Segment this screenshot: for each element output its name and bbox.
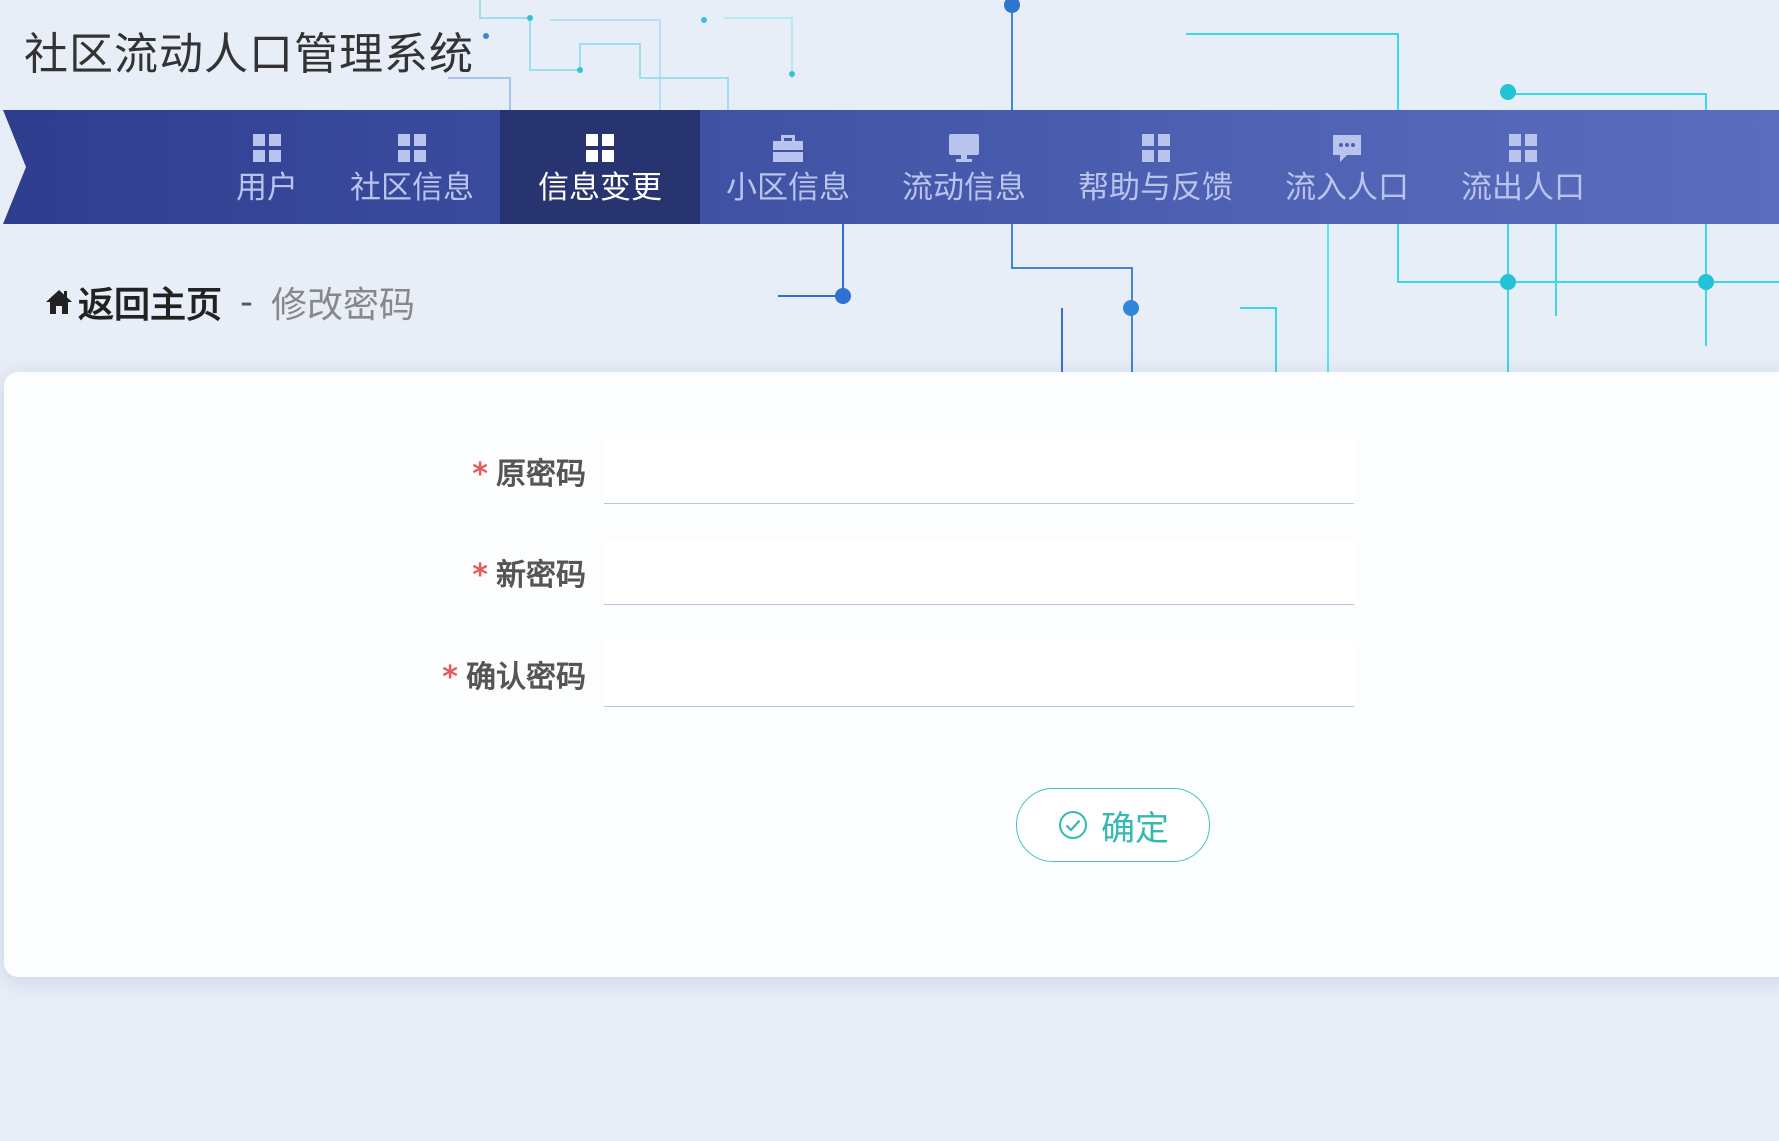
nav-item-flow-info[interactable]: 流动信息 bbox=[876, 110, 1052, 224]
nav-item-label: 社区信息 bbox=[350, 170, 474, 206]
check-circle-icon bbox=[1059, 811, 1087, 839]
grid-icon bbox=[398, 134, 426, 162]
nav-item-community-info[interactable]: 社区信息 bbox=[324, 110, 500, 224]
old-password-input[interactable] bbox=[604, 438, 1354, 504]
password-form-card: * 原密码 * 新密码 * 确认密码 确定 bbox=[4, 372, 1779, 977]
confirm-button-label: 确定 bbox=[1101, 808, 1169, 849]
nav-item-label: 流动信息 bbox=[902, 170, 1026, 206]
required-mark: * bbox=[472, 457, 488, 492]
briefcase-icon bbox=[773, 135, 803, 162]
nav-item-label: 用户 bbox=[236, 170, 298, 206]
chat-icon bbox=[1333, 135, 1361, 162]
confirm-button[interactable]: 确定 bbox=[1016, 788, 1210, 862]
grid-icon bbox=[586, 134, 614, 162]
home-link[interactable]: 返回主页 bbox=[44, 276, 222, 328]
old-password-row: * 原密码 bbox=[4, 436, 1354, 506]
new-password-row: * 新密码 bbox=[4, 537, 1354, 607]
nav-item-label: 小区信息 bbox=[726, 170, 850, 206]
nav-item-label: 信息变更 bbox=[538, 170, 662, 206]
monitor-icon bbox=[949, 134, 979, 162]
main-nav: 用户 社区信息 信息变更 小区信息 流动信息 帮助与反馈 流入人口 流出人口 bbox=[3, 110, 1779, 224]
nav-item-info-change[interactable]: 信息变更 bbox=[500, 110, 700, 224]
home-icon bbox=[46, 290, 72, 314]
required-mark: * bbox=[442, 660, 458, 695]
new-password-input[interactable] bbox=[604, 539, 1354, 605]
nav-item-outflow-population[interactable]: 流出人口 bbox=[1435, 110, 1611, 224]
old-password-label: * 原密码 bbox=[472, 457, 586, 492]
nav-item-help-feedback[interactable]: 帮助与反馈 bbox=[1052, 110, 1259, 224]
nav-item-users[interactable]: 用户 bbox=[210, 110, 324, 224]
home-link-label: 返回主页 bbox=[78, 285, 223, 326]
breadcrumb-separator: - bbox=[240, 281, 254, 323]
grid-icon bbox=[253, 134, 281, 162]
nav-item-estate-info[interactable]: 小区信息 bbox=[700, 110, 876, 224]
new-password-label: * 新密码 bbox=[472, 558, 586, 593]
app-title: 社区流动人口管理系统 bbox=[24, 29, 474, 80]
nav-item-inflow-population[interactable]: 流入人口 bbox=[1259, 110, 1435, 224]
breadcrumb: 返回主页 - 修改密码 bbox=[44, 276, 415, 328]
confirm-password-input[interactable] bbox=[604, 641, 1354, 707]
required-mark: * bbox=[472, 558, 488, 593]
breadcrumb-current: 修改密码 bbox=[271, 285, 416, 326]
nav-item-label: 流出人口 bbox=[1461, 170, 1585, 206]
grid-icon bbox=[1509, 134, 1537, 162]
confirm-password-label: * 确认密码 bbox=[442, 660, 586, 695]
grid-icon bbox=[1141, 134, 1170, 162]
nav-item-label: 流入人口 bbox=[1285, 170, 1409, 206]
confirm-password-row: * 确认密码 bbox=[4, 639, 1354, 709]
nav-item-label: 帮助与反馈 bbox=[1078, 170, 1233, 206]
